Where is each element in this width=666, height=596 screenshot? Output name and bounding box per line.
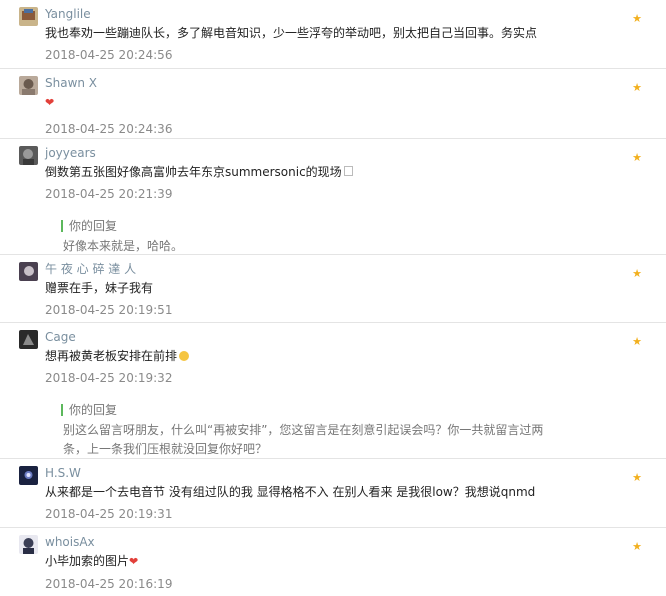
avatar[interactable] — [19, 262, 38, 281]
comment-list: Yanglile 我也奉劝一些蹦迪队长，多了解电音知识，少一些浮夸的举动吧，别太… — [0, 0, 666, 596]
reply-label: 你的回复 — [69, 403, 118, 417]
comment-text: 我也奉劝一些蹦迪队长，多了解电音知识，少一些浮夸的举动吧，别太把自己当回事。务实… — [45, 26, 538, 40]
comment-timestamp: 2018-04-25 20:21:39 — [45, 187, 173, 201]
comment-item: Cage 想再被黄老板安排在前排 2018-04-25 20:19:32 你的回… — [0, 323, 666, 459]
comment-item: joyyears 倒数第五张图好像高富帅去年东京summersonic的现场 2… — [0, 139, 666, 255]
comment-username[interactable]: Cage — [45, 329, 626, 345]
avatar[interactable] — [19, 7, 38, 26]
reply-block: 你的回复 别这么留言呀朋友，什么叫“再被安排”，您这留言是在刻意引起误会吗？你一… — [61, 402, 626, 459]
star-icon[interactable]: ★ — [632, 472, 642, 483]
comment-item: 午 夜 心 碎 達 人 赠票在手，妹子我有 2018-04-25 20:19:5… — [0, 255, 666, 323]
comment-username[interactable]: H.S.W — [45, 465, 626, 481]
comment-text: 小毕加索的图片❤ — [45, 554, 139, 568]
comment-text: 从来都是一个去电音节 没有组过队的我 显得格格不入 在别人看来 是我很low？我… — [45, 485, 536, 499]
comment-username[interactable]: joyyears — [45, 145, 626, 161]
reply-text: 别这么留言呀朋友，什么叫“再被安排”，您这留言是在刻意引起误会吗？你一共就留言过… — [63, 423, 544, 456]
heart-emoji-icon: ❤ — [45, 96, 55, 109]
comment-timestamp: 2018-04-25 20:16:19 — [45, 577, 173, 591]
comment-username[interactable]: whoisAx — [45, 534, 626, 550]
comment-timestamp: 2018-04-25 20:24:36 — [45, 122, 173, 136]
comment-username[interactable]: 午 夜 心 碎 達 人 — [45, 261, 626, 277]
comment-text: ❤ — [45, 93, 626, 112]
comment-timestamp: 2018-04-25 20:19:31 — [45, 507, 173, 521]
comment-text: 想再被黄老板安排在前排 — [45, 347, 626, 365]
avatar[interactable] — [19, 466, 38, 485]
emoji-placeholder-icon — [343, 166, 353, 176]
comment-item: Shawn X ❤ 2018-04-25 20:24:36 ★ — [0, 69, 666, 139]
comment-timestamp: 2018-04-25 20:19:51 — [45, 303, 173, 317]
star-icon[interactable]: ★ — [632, 336, 642, 347]
comment-username[interactable]: Yanglile — [45, 6, 626, 22]
avatar[interactable] — [19, 146, 38, 165]
comment-item: H.S.W 从来都是一个去电音节 没有组过队的我 显得格格不入 在别人看来 是我… — [0, 459, 666, 528]
star-icon[interactable]: ★ — [632, 82, 642, 93]
reply-bar — [61, 404, 63, 416]
comment-item: Yanglile 我也奉劝一些蹦迪队长，多了解电音知识，少一些浮夸的举动吧，别太… — [0, 0, 666, 69]
comment-username[interactable]: Shawn X — [45, 75, 626, 91]
star-icon[interactable]: ★ — [632, 268, 642, 279]
comment-timestamp: 2018-04-25 20:19:32 — [45, 371, 173, 385]
avatar[interactable] — [19, 76, 38, 95]
reply-label: 你的回复 — [69, 219, 118, 233]
heart-emoji-icon: ❤ — [129, 555, 139, 568]
smile-emoji-icon — [179, 351, 190, 361]
star-icon[interactable]: ★ — [632, 152, 642, 163]
comment-item: whoisAx 小毕加索的图片❤ 2018-04-25 20:16:19 ★ — [0, 528, 666, 596]
reply-text: 好像本来就是，哈哈。 — [63, 239, 184, 253]
avatar[interactable] — [19, 330, 38, 349]
comment-text: 赠票在手，妹子我有 — [45, 281, 154, 295]
reply-bar — [61, 220, 63, 232]
comment-text: 倒数第五张图好像高富帅去年东京summersonic的现场 — [45, 163, 626, 181]
star-icon[interactable]: ★ — [632, 541, 642, 552]
comment-timestamp: 2018-04-25 20:24:56 — [45, 48, 173, 62]
reply-block: 你的回复 好像本来就是，哈哈。 — [61, 218, 626, 256]
star-icon[interactable]: ★ — [632, 13, 642, 24]
avatar[interactable] — [19, 535, 38, 554]
